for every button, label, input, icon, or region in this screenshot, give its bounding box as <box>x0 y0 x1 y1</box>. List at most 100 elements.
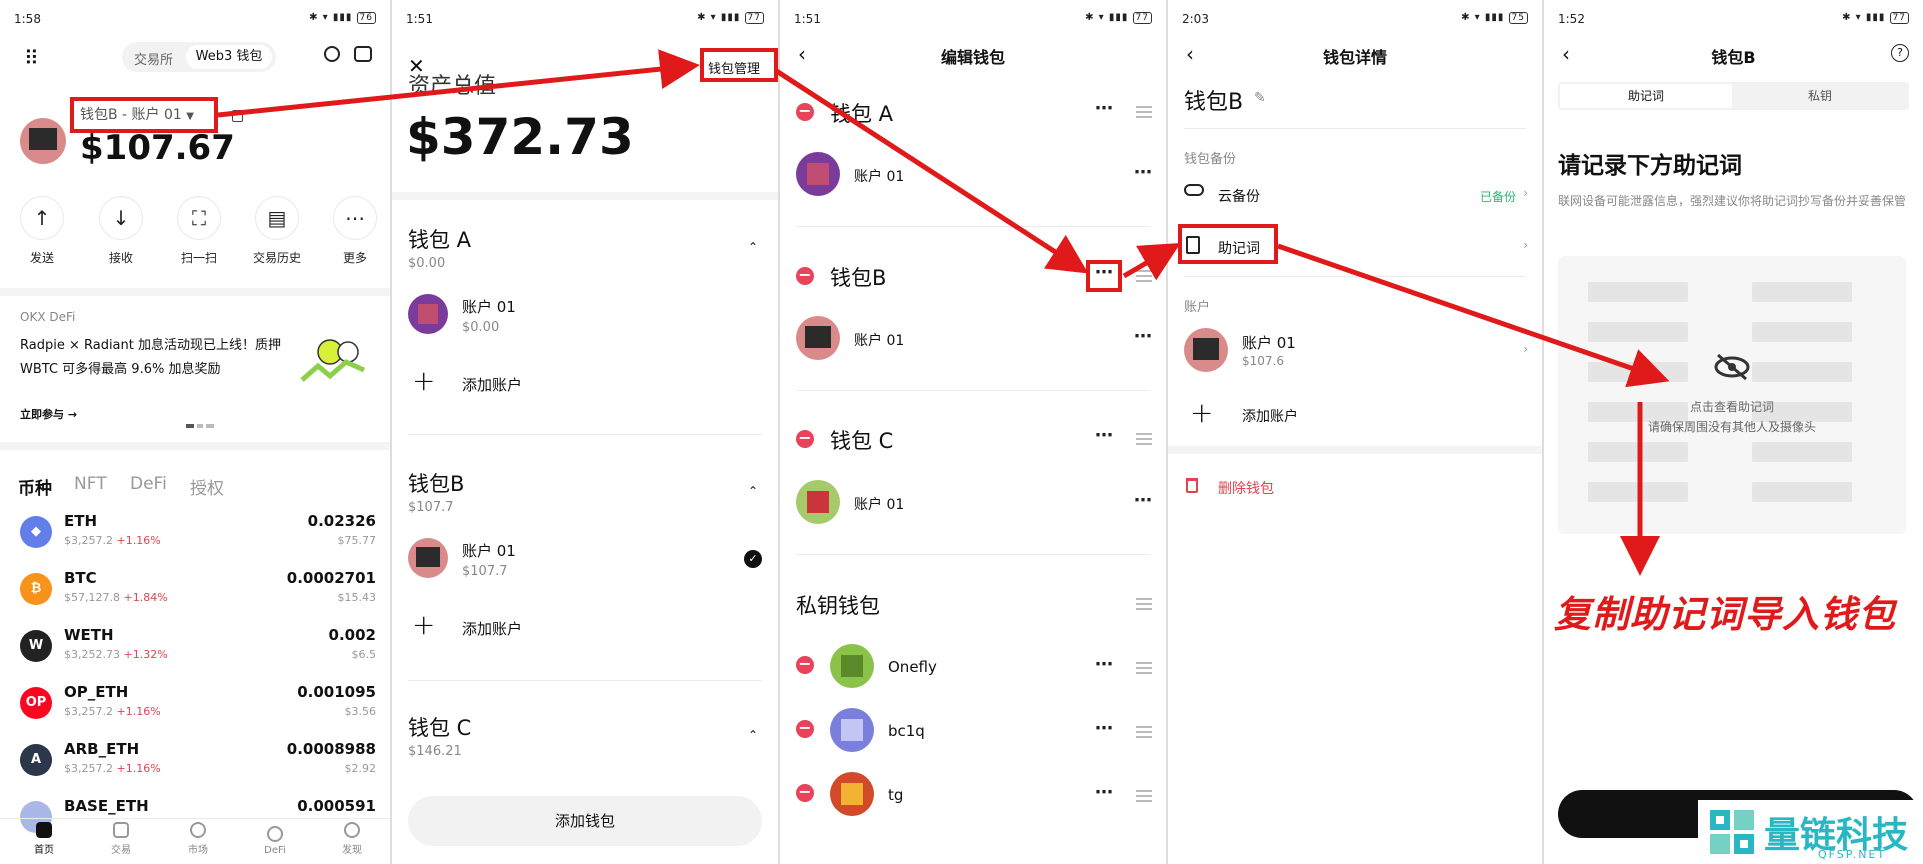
more-button[interactable]: ⋯ <box>333 196 377 240</box>
placeholder-word <box>1752 322 1852 342</box>
asset-tab-coins[interactable]: 币种 <box>18 474 52 499</box>
chevron-up-icon[interactable]: ⌃ <box>748 728 758 742</box>
wallet-divider <box>796 390 1150 391</box>
mnemonic-reveal-card[interactable]: 点击查看助记词 请确保周围没有其他人及摄像头 <box>1558 256 1906 534</box>
copy-icon[interactable] <box>232 110 243 122</box>
tab-web3-wallet[interactable]: Web3 钱包 <box>186 45 272 69</box>
wallet-b-account[interactable]: 账户 01 <box>854 330 904 350</box>
asset-tab-defi[interactable]: DeFi <box>130 474 167 494</box>
add-account-a[interactable]: 添加账户 <box>462 374 522 395</box>
asset-tab-nft[interactable]: NFT <box>74 474 107 494</box>
tab-mnemonic[interactable]: 助记词 <box>1560 84 1732 108</box>
total-assets-label: 资产总值 <box>408 74 497 99</box>
tab-private-key[interactable]: 私钥 <box>1734 84 1906 108</box>
add-account[interactable]: 添加账户 <box>1242 406 1298 426</box>
nav-market-label: 市场 <box>188 845 208 856</box>
wallet-c-more-button[interactable]: ⋯ <box>1095 425 1114 446</box>
coin-change: +1.32% <box>123 648 168 661</box>
wallet-b-drag-handle[interactable] <box>1136 270 1152 282</box>
wallet-a-account[interactable]: 账户 01 <box>462 296 516 317</box>
status-icons: ✱ ▾ ▮▮▮ 75 <box>1461 12 1528 28</box>
watermark-logo <box>1706 806 1758 858</box>
help-icon[interactable]: ? <box>1891 44 1909 62</box>
cloud-backup-row[interactable]: 云备份 <box>1218 186 1260 206</box>
banner-cta[interactable]: 立即参与 → <box>20 406 77 422</box>
remove-tg-button[interactable]: − <box>796 784 814 802</box>
send-label: 发送 <box>29 251 54 265</box>
wallet-b-account[interactable]: 账户 01 <box>462 540 516 561</box>
wallet-a-drag-handle[interactable] <box>1136 106 1152 118</box>
placeholder-word <box>1588 442 1688 462</box>
private-wallet-drag-handle[interactable] <box>1136 598 1152 610</box>
account-avatar <box>1184 328 1228 372</box>
wallet-c-drag-handle[interactable] <box>1136 433 1152 445</box>
remove-bc1q-button[interactable]: − <box>796 720 814 738</box>
scan-button[interactable]: ⛶ <box>177 196 221 240</box>
screen-edit-wallet: 1:51 ✱ ▾ ▮▮▮ 77 ‹ 编辑钱包 − 钱包 A ⋯ 账户 01 ⋯ … <box>780 0 1168 864</box>
onefly-drag-handle[interactable] <box>1136 662 1152 674</box>
bc1q-drag-handle[interactable] <box>1136 726 1152 738</box>
placeholder-word <box>1752 442 1852 462</box>
nav-trade[interactable]: 交易 <box>91 822 151 856</box>
search-icon[interactable] <box>324 46 340 62</box>
wallet-name: 钱包B <box>1184 90 1244 115</box>
wallet-a-more-button[interactable]: ⋯ <box>1095 98 1114 119</box>
tg-more-button[interactable]: ⋯ <box>1095 782 1114 803</box>
page-title: 钱包B <box>1711 48 1756 67</box>
section-divider <box>1168 446 1542 454</box>
tab-exchange[interactable]: 交易所 <box>134 49 173 68</box>
bc1q-name[interactable]: bc1q <box>888 722 925 740</box>
coin-usd-value: $6.5 <box>351 648 377 661</box>
coin-name: BTC <box>64 569 97 587</box>
nav-home-label: 首页 <box>34 845 54 856</box>
bc1q-more-button[interactable]: ⋯ <box>1095 718 1114 739</box>
selected-check-icon: ✓ <box>744 550 762 568</box>
account-more-button[interactable]: ⋯ <box>1134 162 1153 183</box>
wallet-a-account[interactable]: 账户 01 <box>854 166 904 186</box>
nav-discover[interactable]: 发现 <box>322 822 382 856</box>
account-more-button[interactable]: ⋯ <box>1134 326 1153 347</box>
history-button[interactable]: ▤ <box>255 196 299 240</box>
watermark: 量链科技 QFSP.NET <box>1698 800 1923 864</box>
add-wallet-label: 添加钱包 <box>554 812 615 830</box>
nav-home[interactable]: 首页 <box>14 822 74 856</box>
wallet-c-account[interactable]: 账户 01 <box>854 494 904 514</box>
chevron-up-icon[interactable]: ⌃ <box>748 240 758 254</box>
coin-price: $3,252.73 +1.32% <box>64 648 168 661</box>
apps-grid-icon[interactable]: ⠿ <box>24 46 39 70</box>
nav-market[interactable]: 市场 <box>168 822 228 856</box>
delete-wallet-button[interactable]: 删除钱包 <box>1218 478 1274 498</box>
onefly-more-button[interactable]: ⋯ <box>1095 654 1114 675</box>
remove-onefly-button[interactable]: − <box>796 656 814 674</box>
message-icon[interactable] <box>354 46 372 62</box>
asset-tab-approvals[interactable]: 授权 <box>190 474 224 499</box>
tg-drag-handle[interactable] <box>1136 790 1152 802</box>
nav-discover-label: 发现 <box>342 845 362 856</box>
remove-wallet-b-button[interactable]: − <box>796 267 814 285</box>
chevron-up-icon[interactable]: ⌃ <box>748 484 758 498</box>
coin-price: $3,257.2 +1.16% <box>64 762 161 775</box>
coin-amount: 0.001095 <box>297 683 376 701</box>
wallet-a-name: 钱包 A <box>830 102 894 126</box>
edit-pencil-icon[interactable]: ✎ <box>1254 90 1266 106</box>
add-account-b[interactable]: 添加账户 <box>462 618 522 639</box>
placeholder-word <box>1752 482 1852 502</box>
account-more-button[interactable]: ⋯ <box>1134 490 1153 511</box>
status-bar: 1:51 ✱ ▾ ▮▮▮ 77 <box>794 12 1152 28</box>
weth-icon: W <box>20 630 52 662</box>
tg-name[interactable]: tg <box>888 786 903 804</box>
wallet-divider <box>408 680 762 681</box>
receive-button[interactable]: ↓ <box>99 196 143 240</box>
remove-wallet-a-button[interactable]: − <box>796 103 814 121</box>
nav-defi[interactable]: DeFi <box>245 826 305 856</box>
coin-price-value: $3,257.2 <box>64 705 113 718</box>
screen-total-assets: 1:51 ✱ ▾ ▮▮▮ 77 ✕ 钱包管理 资产总值 $372.73 钱包 A… <box>392 0 780 864</box>
account-name[interactable]: 账户 01 <box>1242 332 1296 353</box>
remove-wallet-c-button[interactable]: − <box>796 430 814 448</box>
onefly-name[interactable]: Onefly <box>888 658 937 676</box>
carousel-dots <box>186 424 214 428</box>
send-button[interactable]: ↑ <box>20 196 64 240</box>
add-wallet-button[interactable]: 添加钱包 <box>408 796 762 846</box>
section-divider <box>1184 276 1526 277</box>
screen-wallet-home: 1:58 ✱ ▾ ▮▮▮ 76 ⠿ 交易所 Web3 钱包 钱包B - 账户 0… <box>0 0 392 864</box>
